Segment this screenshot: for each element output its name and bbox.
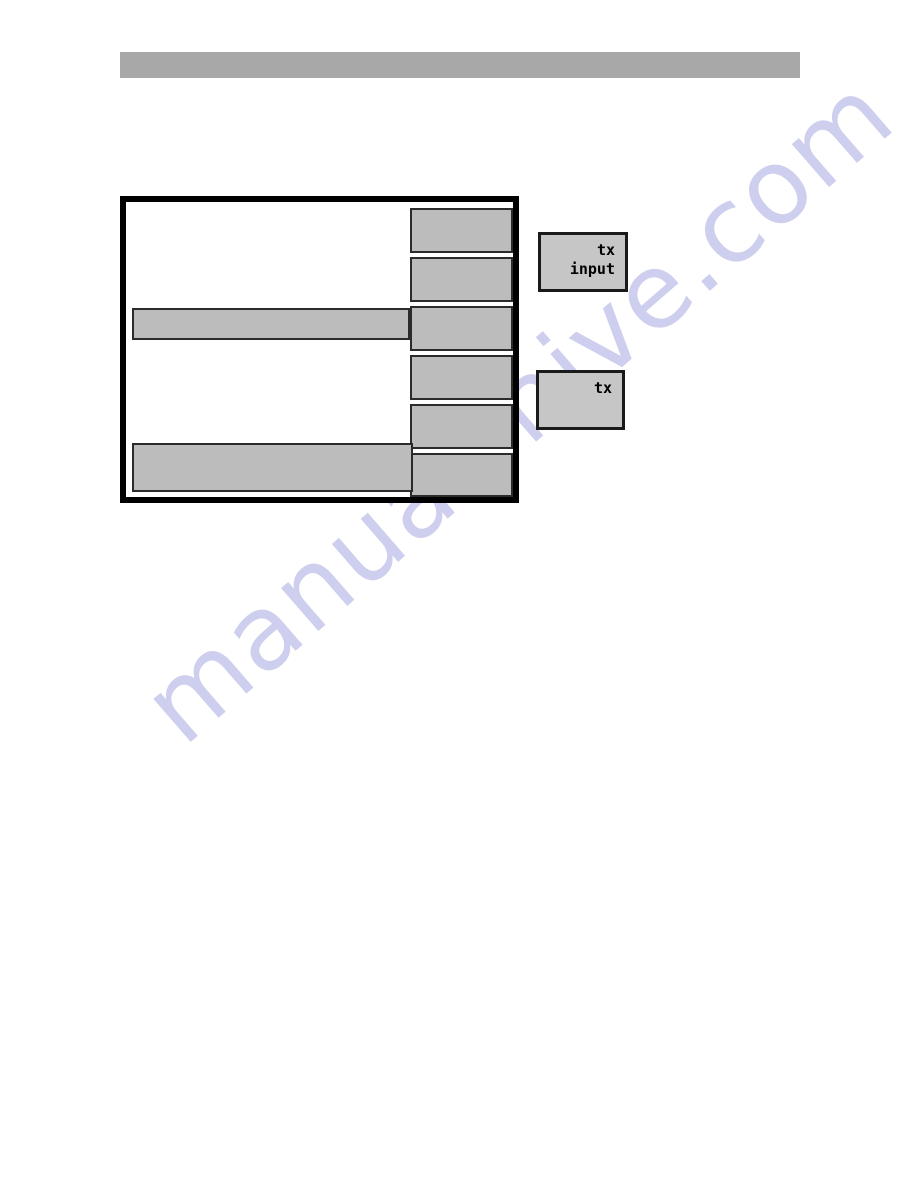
- stack-cell-1: [410, 208, 513, 253]
- stack-cell-3: [410, 306, 513, 351]
- callout-tx-input-line-2: input: [569, 260, 615, 278]
- callout-tx-line-1: tx: [593, 379, 612, 397]
- stack-cell-6: [410, 453, 513, 497]
- main-panel: [120, 196, 519, 503]
- stack-cell-4: [410, 355, 513, 400]
- callout-tx: tx: [536, 370, 625, 430]
- wide-bar-2: [132, 443, 413, 492]
- wide-bar-1: [132, 308, 410, 340]
- stack-cell-5: [410, 404, 513, 449]
- callout-tx-input-line-1: tx: [596, 241, 615, 259]
- page-canvas: manualshive.com tx input tx: [0, 0, 918, 1188]
- stack-cell-2: [410, 257, 513, 302]
- callout-tx-input: tx input: [538, 232, 628, 292]
- main-panel-inner: [126, 202, 513, 497]
- header-band: [120, 52, 800, 78]
